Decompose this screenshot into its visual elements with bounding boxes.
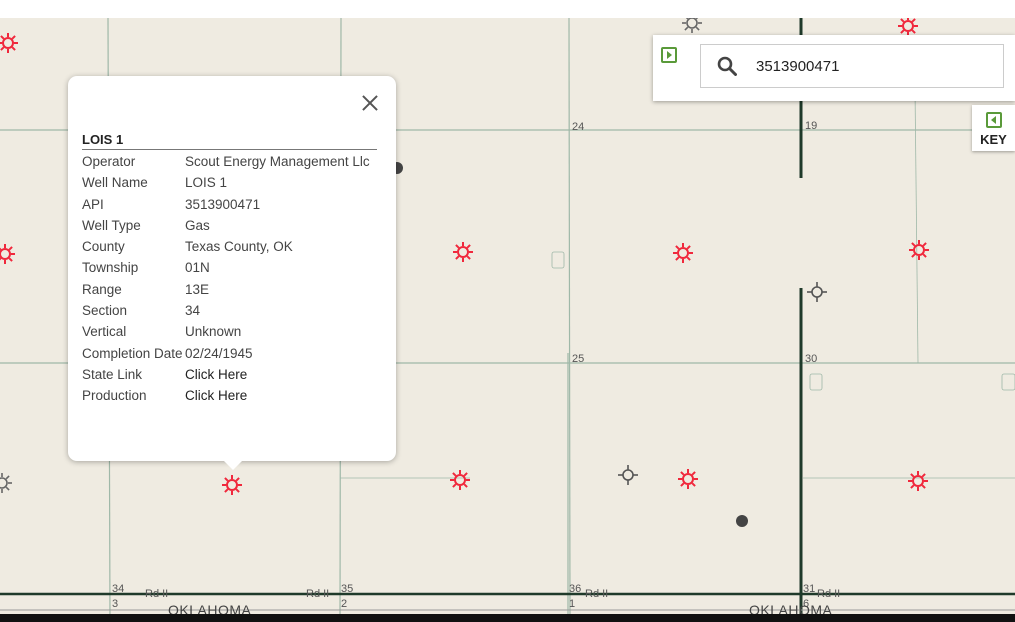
row-value: 01N xyxy=(185,260,210,276)
collapse-arrow-icon xyxy=(986,112,1002,128)
popup-row-section: Section 34 xyxy=(82,301,382,320)
search-icon[interactable] xyxy=(717,56,737,76)
row-value: 13E xyxy=(185,281,210,297)
gas-well-marker[interactable] xyxy=(677,468,699,490)
row-label: API xyxy=(82,196,104,212)
section-label: 34 xyxy=(112,583,124,595)
road-label: Rd II xyxy=(145,588,168,600)
section-label: 2 xyxy=(341,598,347,610)
popup-row-township: Township 01N xyxy=(82,258,382,277)
section-label: 36 xyxy=(569,583,581,595)
row-label: Operator xyxy=(82,154,136,169)
popup-details: Operator Scout Energy Management Llc Well… xyxy=(82,152,382,408)
oil-well-marker[interactable] xyxy=(736,515,748,527)
popup-row-production: Production Click Here xyxy=(82,386,382,405)
dry-gas-well-marker[interactable] xyxy=(0,472,13,494)
popup-row-api: API 3513900471 xyxy=(82,195,382,214)
row-value: 3513900471 xyxy=(185,196,261,212)
gas-well-marker-selected[interactable] xyxy=(221,474,243,496)
plugged-well-marker[interactable] xyxy=(806,281,828,303)
row-label: Well Name xyxy=(82,175,148,191)
row-value: Texas County, OK xyxy=(185,239,293,255)
search-panel xyxy=(653,35,1015,101)
key-label: KEY xyxy=(980,132,1007,147)
road-label: Rd II xyxy=(817,588,840,600)
row-label: State Link xyxy=(82,366,143,382)
search-input[interactable] xyxy=(756,45,996,87)
popup-row-operator: Operator Scout Energy Management Llc xyxy=(82,152,382,171)
section-label: 25 xyxy=(572,353,584,365)
row-label: Township xyxy=(82,260,139,276)
row-label: Completion Date xyxy=(82,345,183,361)
row-label: Well Type xyxy=(82,217,141,233)
gas-well-marker[interactable] xyxy=(897,18,919,37)
row-value: 02/24/1945 xyxy=(185,345,253,361)
search-box[interactable] xyxy=(700,44,1004,88)
gas-well-marker[interactable] xyxy=(0,243,16,265)
plugged-well-marker[interactable] xyxy=(617,464,639,486)
popup-row-well-name: Well Name LOIS 1 xyxy=(82,173,382,192)
section-label: 24 xyxy=(572,121,584,133)
popup-row-range: Range 13E xyxy=(82,280,382,299)
road-label: Rd II xyxy=(306,588,329,600)
gas-well-marker[interactable] xyxy=(0,32,19,54)
dry-gas-well-marker[interactable] xyxy=(681,18,703,34)
row-label: Vertical xyxy=(82,324,127,340)
section-label: 19 xyxy=(805,120,817,132)
row-label: Production xyxy=(82,388,147,404)
row-value: Scout Energy Management Llc xyxy=(185,154,370,169)
popup-row-completion-date: Completion Date 02/24/1945 xyxy=(82,344,382,363)
popup-row-vertical: Vertical Unknown xyxy=(82,322,382,341)
gas-well-marker[interactable] xyxy=(449,469,471,491)
close-icon[interactable] xyxy=(360,93,380,113)
section-label: 30 xyxy=(805,353,817,365)
section-label: 35 xyxy=(341,583,353,595)
row-label: Range xyxy=(82,281,122,297)
gas-well-marker[interactable] xyxy=(672,242,694,264)
expand-panel-icon[interactable] xyxy=(661,47,677,63)
state-link[interactable]: Click Here xyxy=(185,365,382,384)
road-label: Rd II xyxy=(585,588,608,600)
gas-well-marker[interactable] xyxy=(452,241,474,263)
popup-row-state-link: State Link Click Here xyxy=(82,365,382,384)
key-button[interactable]: KEY xyxy=(972,105,1015,151)
bottom-bar xyxy=(0,614,1015,622)
row-value: Unknown xyxy=(185,324,242,340)
popup-row-county: County Texas County, OK xyxy=(82,237,382,256)
section-label: 1 xyxy=(569,598,575,610)
gas-well-marker[interactable] xyxy=(908,239,930,261)
row-label: County xyxy=(82,239,125,255)
section-label: 3 xyxy=(112,598,118,610)
row-value: 34 xyxy=(185,303,201,319)
popup-row-well-type: Well Type Gas xyxy=(82,216,382,235)
section-label: 31 xyxy=(803,583,815,595)
gas-well-marker[interactable] xyxy=(907,470,929,492)
row-label: Section xyxy=(82,303,128,319)
production-link[interactable]: Click Here xyxy=(185,386,382,405)
popup-title: LOIS 1 xyxy=(82,132,377,150)
well-info-popup: LOIS 1 Operator Scout Energy Management L… xyxy=(68,76,396,470)
row-value: LOIS 1 xyxy=(185,175,228,191)
row-value: Gas xyxy=(185,217,210,233)
